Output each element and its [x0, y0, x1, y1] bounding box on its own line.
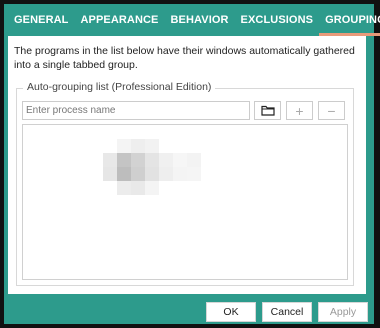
tab-grouping[interactable]: GROUPING: [319, 4, 380, 36]
minus-icon: −: [327, 102, 336, 119]
cancel-button[interactable]: Cancel: [262, 302, 312, 322]
blurred-entry-icon: [103, 139, 201, 195]
browse-button[interactable]: [254, 101, 281, 120]
plus-icon: +: [295, 102, 304, 119]
tab-behavior[interactable]: BEHAVIOR: [165, 4, 235, 36]
tab-bar: GENERAL APPEARANCE BEHAVIOR EXCLUSIONS G…: [4, 4, 380, 36]
auto-grouping-groupbox: Auto-grouping list (Professional Edition…: [16, 81, 354, 286]
grouping-panel: The programs in the list below have thei…: [8, 36, 366, 294]
process-list[interactable]: [22, 124, 348, 280]
folder-icon: [260, 103, 275, 119]
process-name-placeholder: Enter process name: [26, 105, 116, 116]
ok-button[interactable]: OK: [206, 302, 256, 322]
grouping-description: The programs in the list below have thei…: [14, 45, 355, 71]
tab-exclusions[interactable]: EXCLUSIONS: [235, 4, 320, 36]
tab-appearance[interactable]: APPEARANCE: [74, 4, 164, 36]
settings-dialog: GENERAL APPEARANCE BEHAVIOR EXCLUSIONS G…: [4, 4, 380, 324]
groupbox-title: Auto-grouping list (Professional Edition…: [23, 81, 216, 93]
add-process-button[interactable]: +: [286, 101, 313, 120]
tab-general[interactable]: GENERAL: [4, 4, 74, 36]
remove-process-button[interactable]: −: [318, 101, 345, 120]
apply-button[interactable]: Apply: [318, 302, 368, 322]
process-name-input[interactable]: Enter process name: [22, 101, 250, 120]
